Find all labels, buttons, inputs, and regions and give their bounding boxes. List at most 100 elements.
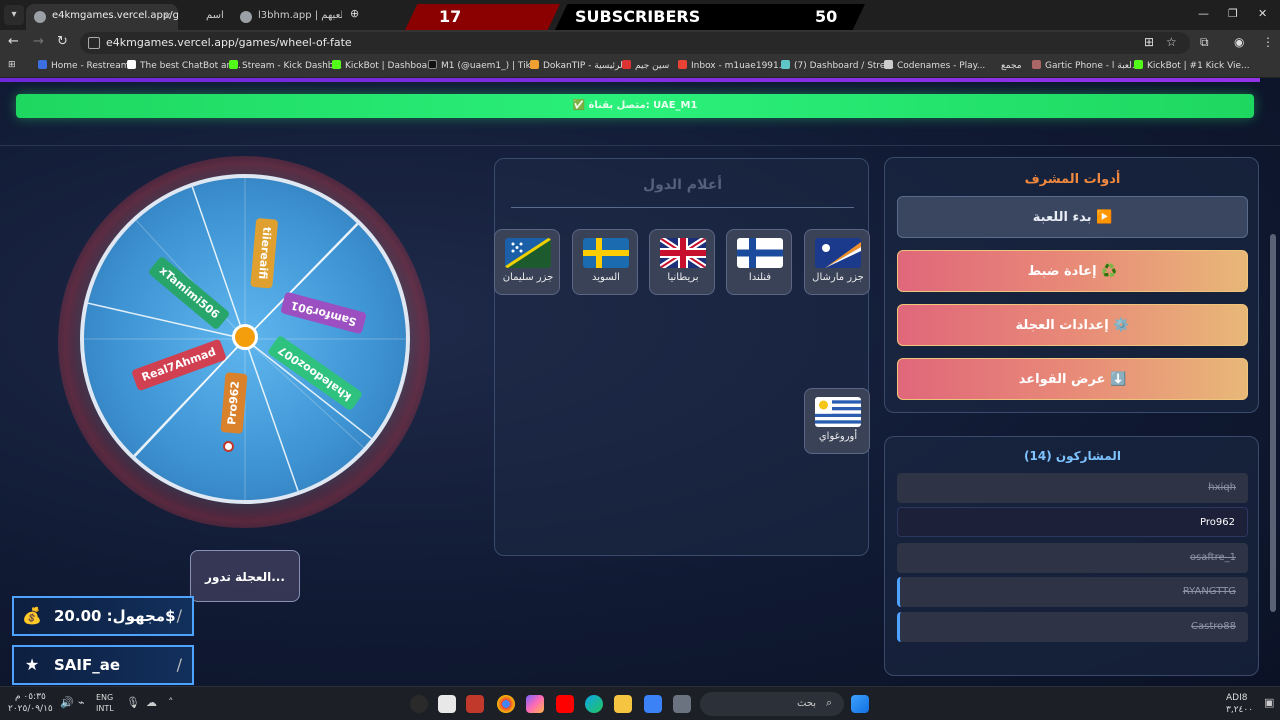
- card-decoration: /: [176, 655, 182, 674]
- youtube-icon[interactable]: [556, 695, 574, 713]
- extensions-icon[interactable]: ⧉: [1200, 35, 1209, 50]
- reset-button[interactable]: إعادة ضبط ♻️: [897, 250, 1248, 292]
- bookmark-item[interactable]: The best ChatBot an...: [127, 60, 241, 71]
- bookmark-item[interactable]: مجمع: [988, 60, 1022, 71]
- maximize-icon[interactable]: ❐: [1228, 7, 1238, 20]
- flag-name: السويد: [592, 272, 620, 283]
- bookmark-item[interactable]: M1 (@uaem1_) | Tik...: [428, 60, 539, 71]
- flag-card[interactable]: جزر مارشال: [804, 229, 870, 295]
- uk-flag-icon: [660, 238, 706, 268]
- clock-date: ٢٠٢٥/٠٩/١٥: [8, 704, 53, 714]
- bookmark-favicon-icon: [229, 60, 238, 69]
- flag-card[interactable]: جزر سليمان: [494, 229, 560, 295]
- card-decoration: /: [176, 606, 182, 625]
- flag-card[interactable]: أوروغواي: [804, 388, 870, 454]
- tab-2[interactable]: اسم: [180, 4, 240, 30]
- bookmark-item[interactable]: Codenames - Play...: [884, 60, 985, 71]
- cloud-icon[interactable]: ☁: [146, 696, 157, 709]
- site-info-icon[interactable]: [88, 37, 100, 49]
- microphone-icon[interactable]: 🎙: [126, 696, 140, 709]
- menu-icon[interactable]: ⋮: [1262, 35, 1274, 49]
- tray-info: ADI8 ٣,٢٤٠٠: [1226, 693, 1254, 715]
- flag-name: فنلندا: [748, 272, 772, 283]
- bookmarks-bar: ⊞ Home - Restream The best ChatBot an...…: [0, 56, 1280, 78]
- flag-card[interactable]: بريطانيا: [649, 229, 715, 295]
- flag-card[interactable]: فنلندا: [726, 229, 792, 295]
- flag-card[interactable]: السويد: [572, 229, 638, 295]
- flag-name: بريطانيا: [667, 272, 699, 283]
- apps-grid-icon[interactable]: ⊞: [8, 60, 16, 70]
- volume-icon[interactable]: 🔊: [60, 696, 74, 709]
- bookmark-favicon-icon: [332, 60, 341, 69]
- windows-taskbar: ٠٥:٣٥ م ٢٠٢٥/٠٩/١٥ 🔊 ⌁ ENG INTL 🎙 ☁ ˄ بح…: [0, 686, 1280, 720]
- star-icon: ★: [24, 655, 40, 674]
- forward-icon[interactable]: →: [33, 34, 44, 49]
- profile-avatar[interactable]: ◉: [1234, 35, 1244, 49]
- tab-3[interactable]: l3bhm.app | لعبهم: [232, 4, 342, 30]
- bookmark-favicon-icon: [530, 60, 539, 69]
- notification-icon[interactable]: ▣: [1264, 696, 1274, 709]
- windows-start-icon[interactable]: [851, 695, 869, 713]
- tab-close-icon[interactable]: ✕: [163, 10, 172, 23]
- store-icon[interactable]: [644, 695, 662, 713]
- voice-app-icon[interactable]: [466, 695, 484, 713]
- marshall-islands-flag-icon: [815, 238, 861, 268]
- bookmark-item[interactable]: KickBot | Dashboard: [332, 60, 436, 71]
- copilot-icon[interactable]: [526, 695, 544, 713]
- search-icon: ⌕: [826, 696, 833, 709]
- participants-panel: المشاركون (14) hxiqh Pro962 osaftre_1 RY…: [884, 436, 1259, 676]
- tab-title: اسم: [206, 10, 224, 21]
- url-field[interactable]: e4kmgames.vercel.app/games/wheel-of-fate: [80, 32, 1190, 54]
- bookmark-favicon-icon: [622, 60, 631, 69]
- new-tab-icon[interactable]: ⊕: [350, 7, 359, 20]
- wheel-settings-button[interactable]: إعدادات العجلة ⚙️: [897, 304, 1248, 346]
- bookmark-favicon-icon: [678, 60, 687, 69]
- flag-name: جزر مارشال: [812, 272, 864, 283]
- tab-search-button[interactable]: ▾: [4, 5, 24, 25]
- bookmark-item[interactable]: Stream - Kick Dashb...: [229, 60, 342, 71]
- network-icon[interactable]: ⌁: [78, 696, 85, 709]
- bookmark-item[interactable]: سين جيم: [622, 60, 669, 71]
- tray-expand-icon[interactable]: ˄: [168, 696, 174, 709]
- subscribers-overlay: 17 SUBSCRIBERS 50: [405, 4, 875, 30]
- tab-active[interactable]: e4kmgames.vercel.app/games/ ✕: [26, 4, 178, 30]
- taskbar-search[interactable]: بحث: [700, 692, 844, 716]
- clock[interactable]: ٠٥:٣٥ م ٢٠٢٥/٠٩/١٥: [8, 691, 53, 715]
- bookmark-star-icon[interactable]: ☆: [1166, 35, 1177, 49]
- wheel-hub: [232, 324, 258, 350]
- money-card: 💰 مجهول: 20.00$ /: [12, 596, 194, 636]
- page-scrollbar[interactable]: [1270, 234, 1276, 612]
- tab-favicon-icon: [34, 11, 46, 23]
- bookmark-favicon-icon: [38, 60, 47, 69]
- bookmark-item[interactable]: Inbox - m1uae1991...: [678, 60, 787, 71]
- admin-tools-panel: أدوات المشرف بدء اللعبة ▶️ إعادة ضبط ♻️ …: [884, 157, 1259, 413]
- close-window-icon[interactable]: ✕: [1258, 7, 1267, 20]
- language-indicator[interactable]: ENG INTL: [96, 692, 114, 714]
- flags-title: أعلام الدول: [642, 177, 723, 193]
- task-view-icon[interactable]: [673, 695, 691, 713]
- show-rules-button[interactable]: عرض القواعد ⬇️: [897, 358, 1248, 400]
- chrome-icon[interactable]: [497, 695, 515, 713]
- start-game-button[interactable]: بدء اللعبة ▶️: [897, 196, 1248, 238]
- participant-row: osaftre_1: [897, 543, 1248, 573]
- tab-favicon-icon: [240, 11, 252, 23]
- bookmark-item[interactable]: Gartic Phone - لعبة ا...: [1032, 60, 1140, 71]
- bookmark-item[interactable]: KickBot | #1 Kick Vie...: [1134, 60, 1250, 71]
- bookmark-item[interactable]: DokanTIP - الرئيسية: [530, 60, 625, 71]
- translate-icon[interactable]: ⊞: [1144, 35, 1154, 49]
- minimize-icon[interactable]: —: [1198, 7, 1209, 20]
- address-bar-row: ← → ↻ e4kmgames.vercel.app/games/wheel-o…: [0, 30, 1280, 56]
- reload-icon[interactable]: ↻: [57, 34, 68, 49]
- obs-icon[interactable]: [410, 695, 428, 713]
- game-page: ✅ متصل بقناة: UAE_M1 tiiereaifi Samfor90…: [0, 78, 1280, 686]
- search-placeholder: بحث: [796, 698, 816, 709]
- taskbar-app-icon[interactable]: [438, 695, 456, 713]
- admin-tools-title: أدوات المشرف: [1024, 172, 1121, 187]
- top-accent-bar: [0, 78, 1260, 82]
- bookmark-item[interactable]: Home - Restream: [38, 60, 129, 71]
- back-icon[interactable]: ←: [8, 34, 19, 49]
- user-name: SAIF_ae: [54, 656, 121, 674]
- bookmark-item[interactable]: (7) Dashboard / Stre...: [781, 60, 894, 71]
- file-explorer-icon[interactable]: [614, 695, 632, 713]
- edge-icon[interactable]: [585, 695, 603, 713]
